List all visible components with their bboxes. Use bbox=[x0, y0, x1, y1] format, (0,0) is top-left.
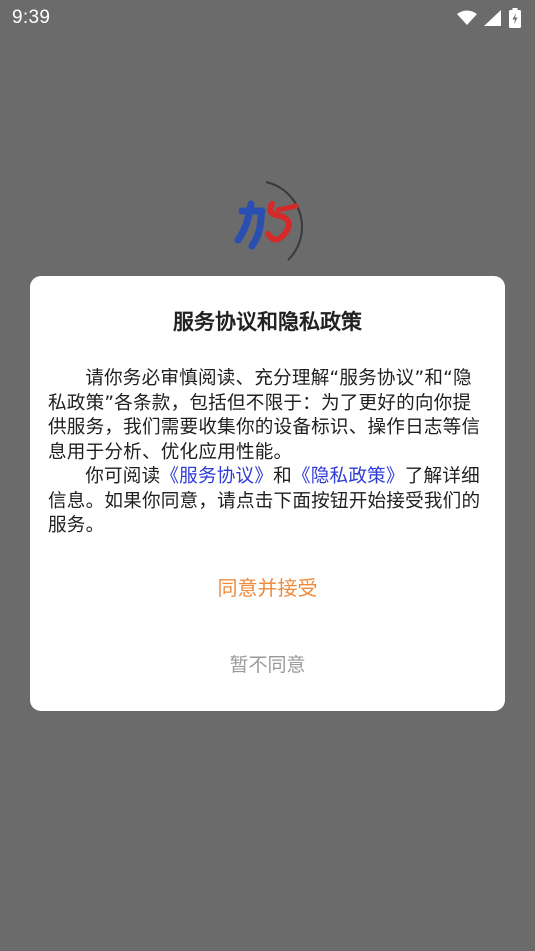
screen: 9:39 服务协议和隐私政策 请你务必审慎阅读、充分理解“服务协议”和“隐私政策… bbox=[0, 0, 535, 951]
privacy-dialog: 服务协议和隐私政策 请你务必审慎阅读、充分理解“服务协议”和“隐私政策”各条款，… bbox=[30, 276, 505, 711]
status-bar: 9:39 bbox=[0, 0, 535, 36]
dialog-title: 服务协议和隐私政策 bbox=[173, 310, 362, 334]
dialog-paragraph-2: 你可阅读《服务协议》和《隐私政策》了解详细信息。如果你同意，请点击下面按钮开始接… bbox=[48, 465, 488, 539]
agree-button[interactable]: 同意并接受 bbox=[30, 568, 505, 605]
battery-charging-icon bbox=[509, 8, 521, 28]
wifi-icon bbox=[457, 10, 477, 26]
privacy-policy-link[interactable]: 《隐私政策》 bbox=[292, 466, 405, 487]
service-agreement-link[interactable]: 《服务协议》 bbox=[160, 466, 273, 487]
status-time: 9:39 bbox=[12, 7, 51, 28]
app-logo-icon bbox=[228, 180, 318, 270]
dialog-body: 请你务必审慎阅读、充分理解“服务协议”和“隐私政策”各条款，包括但不限于：为了更… bbox=[48, 367, 488, 539]
dialog-paragraph-1: 请你务必审慎阅读、充分理解“服务协议”和“隐私政策”各条款，包括但不限于：为了更… bbox=[48, 368, 481, 463]
status-icons bbox=[457, 8, 521, 28]
cellular-signal-icon bbox=[484, 10, 502, 26]
paragraph-2-prefix: 你可阅读 bbox=[85, 466, 161, 487]
disagree-button[interactable]: 暂不同意 bbox=[30, 646, 505, 681]
and-text: 和 bbox=[273, 466, 292, 487]
